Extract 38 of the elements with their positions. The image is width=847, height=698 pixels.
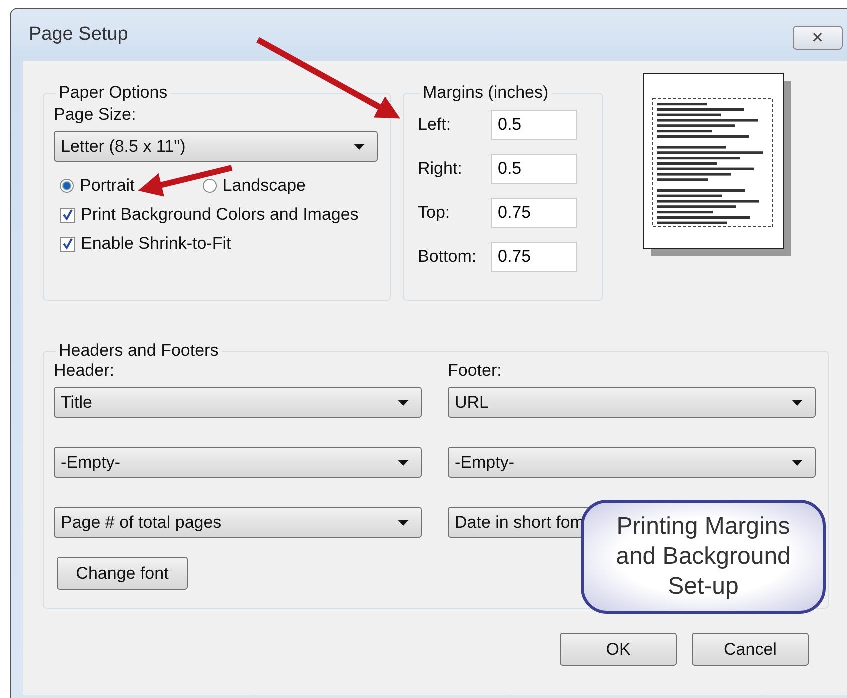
caret-icon: [398, 520, 409, 526]
header-label: Header:: [54, 361, 116, 381]
margin-field[interactable]: 0.5: [491, 110, 577, 140]
caret-icon: [792, 400, 803, 406]
header-dropdown[interactable]: Title: [54, 387, 422, 418]
option-checkbox[interactable]: Print Background Colors and Images: [54, 205, 380, 225]
callout-tooltip: Printing Margins and Background Set-up: [581, 500, 826, 614]
close-button[interactable]: ✕: [793, 26, 843, 50]
dialog-button[interactable]: Cancel: [692, 633, 809, 666]
header-dropdown[interactable]: Page # of total pages: [54, 507, 422, 538]
margin-label: Bottom:: [418, 247, 478, 267]
margin-field[interactable]: 0.75: [491, 242, 577, 272]
option-checkbox[interactable]: Enable Shrink-to-Fit: [54, 234, 380, 254]
caret-icon: [792, 460, 803, 466]
group-title: Margins (inches): [422, 83, 550, 103]
margin-label: Right:: [418, 159, 464, 179]
margin-label: Left:: [418, 115, 452, 135]
checkmark-icon: [62, 238, 74, 250]
caret-icon: [398, 460, 409, 466]
margin-field[interactable]: 0.75: [491, 198, 577, 228]
caret-icon: [354, 144, 365, 150]
page-size-dropdown[interactable]: Letter (8.5 x 11"): [54, 131, 378, 162]
orientation-radio[interactable]: Portrait: [60, 176, 135, 196]
footer-dropdown[interactable]: -Empty-: [448, 447, 816, 478]
margin-label: Top:: [418, 203, 452, 223]
page-size-label: Page Size:: [54, 105, 138, 125]
orientation-radio[interactable]: Landscape: [202, 176, 306, 196]
change-font-button[interactable]: Change font: [57, 557, 188, 590]
group-title: Paper Options: [58, 83, 169, 103]
window-title: Page Setup: [29, 24, 128, 46]
group-title: Headers and Footers: [58, 341, 220, 361]
footer-label: Footer:: [448, 361, 503, 381]
margin-field[interactable]: 0.5: [491, 154, 577, 184]
dialog-button[interactable]: OK: [560, 633, 677, 666]
header-dropdown[interactable]: -Empty-: [54, 447, 422, 478]
checkmark-icon: [62, 209, 74, 221]
footer-dropdown[interactable]: URL: [448, 387, 816, 418]
caret-icon: [398, 400, 409, 406]
